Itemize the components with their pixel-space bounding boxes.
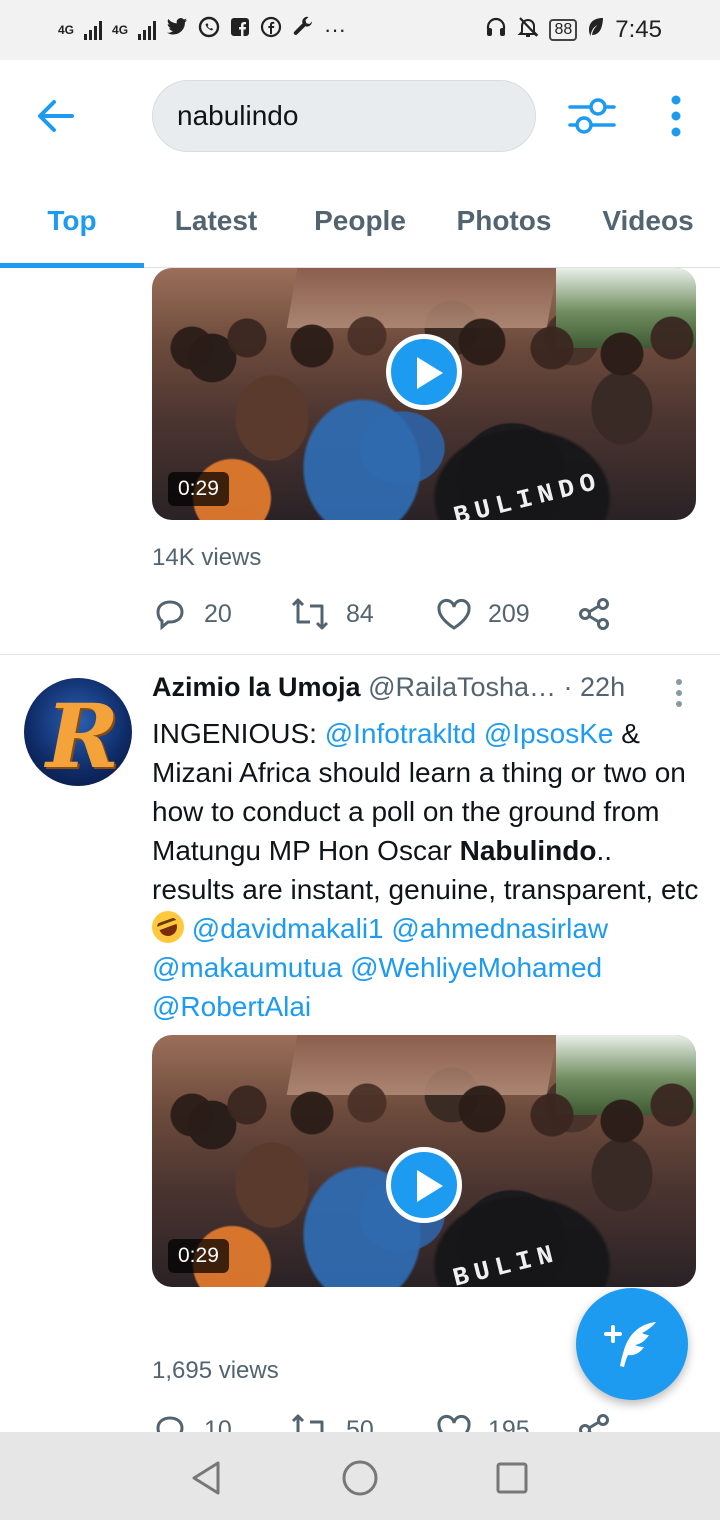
tweet-options-button[interactable] xyxy=(672,678,686,708)
laughing-emoji-icon xyxy=(147,906,189,948)
more-vertical-icon xyxy=(676,679,682,707)
tweet-text: INGENIOUS: @Infotrakltd @IpsosKe & Mizan… xyxy=(147,714,700,1026)
play-icon[interactable] xyxy=(386,334,462,410)
mention-link[interactable]: @RobertAlai xyxy=(152,991,311,1022)
retweet-icon xyxy=(291,598,329,630)
back-button[interactable] xyxy=(32,96,80,136)
mention-link[interactable]: @WehliyeMohamed xyxy=(350,952,602,983)
more-vertical-icon xyxy=(671,95,681,137)
status-right: 88 7:45 xyxy=(485,16,662,44)
overflow-menu-button[interactable] xyxy=(662,94,690,138)
signal-icon xyxy=(84,20,103,40)
signal-icon-2 xyxy=(138,20,157,40)
mention-link[interactable]: @makaumutua xyxy=(152,952,342,983)
search-results-feed[interactable]: BULINDO 0:29 14K views 20 84 209 R Azimi… xyxy=(0,268,720,1432)
share-icon xyxy=(579,1414,609,1432)
clock: 7:45 xyxy=(615,16,662,43)
mute-bell-icon xyxy=(517,16,539,44)
tweet-header: Azimio la Umoja @RailaTosha… · 22h xyxy=(152,672,672,712)
search-input[interactable]: nabulindo xyxy=(152,80,536,152)
video-duration: 0:29 xyxy=(168,1239,229,1273)
avatar[interactable]: R xyxy=(24,678,132,786)
retweet-button[interactable]: 84 xyxy=(290,592,374,636)
reply-button[interactable]: 10 xyxy=(152,1408,232,1432)
view-count: 1,695 views xyxy=(152,1357,279,1384)
triangle-back-icon xyxy=(192,1461,220,1495)
retweet-count: 50 xyxy=(346,1415,374,1433)
like-button[interactable]: 195 xyxy=(436,1408,530,1432)
share-icon xyxy=(579,598,609,630)
square-recents-icon xyxy=(496,1462,528,1494)
retweet-icon xyxy=(291,1414,324,1432)
tab-top[interactable]: Top xyxy=(0,172,144,268)
avatar-logo-letter: R xyxy=(46,684,120,786)
circle-home-icon xyxy=(342,1460,378,1496)
reply-count: 20 xyxy=(204,599,232,628)
tweet-divider xyxy=(0,654,720,655)
search-filter-button[interactable] xyxy=(566,96,618,136)
author-handle-time[interactable]: @RailaTosha… · 22h xyxy=(368,672,625,702)
tweet-text-part: INGENIOUS: xyxy=(152,718,325,749)
like-icon xyxy=(437,1414,471,1432)
retweet-count: 84 xyxy=(346,599,374,628)
tweet-video-player[interactable]: BULINDO 0:29 xyxy=(152,268,696,520)
play-icon[interactable] xyxy=(386,1147,462,1223)
system-navigation-bar xyxy=(0,1432,720,1520)
compose-tweet-icon xyxy=(604,1322,656,1367)
share-button[interactable] xyxy=(576,1408,612,1432)
mention-link[interactable]: @IpsosKe xyxy=(484,718,614,749)
author-name[interactable]: Azimio la Umoja xyxy=(152,672,361,702)
nav-recents-button[interactable] xyxy=(492,1458,532,1498)
tab-videos[interactable]: Videos xyxy=(576,172,720,268)
like-icon xyxy=(437,598,471,630)
reply-icon xyxy=(156,600,184,631)
facebook-notification-icon xyxy=(230,17,250,43)
like-button[interactable]: 209 xyxy=(436,592,530,636)
twitter-notification-icon xyxy=(166,17,188,43)
nav-home-button[interactable] xyxy=(340,1458,380,1498)
share-button[interactable] xyxy=(576,592,612,636)
facebook-circle-icon xyxy=(260,16,282,44)
compose-tweet-button[interactable] xyxy=(576,1288,688,1400)
nav-back-button[interactable] xyxy=(186,1458,226,1498)
back-arrow-icon xyxy=(38,100,74,132)
network-type-2: 4G xyxy=(112,23,129,37)
reply-icon xyxy=(156,1416,184,1432)
tab-people[interactable]: People xyxy=(288,172,432,268)
search-header: nabulindo xyxy=(0,60,720,172)
reply-button[interactable]: 20 xyxy=(152,592,232,636)
tab-latest[interactable]: Latest xyxy=(144,172,288,268)
mention-link[interactable]: @davidmakali1 xyxy=(192,913,384,944)
tweet-video-player[interactable]: BULIN 0:29 xyxy=(152,1035,696,1287)
status-left: 4G 4G ··· xyxy=(58,16,346,44)
retweet-button[interactable]: 50 xyxy=(290,1408,374,1432)
search-term-highlight: Nabulindo xyxy=(459,835,597,866)
tweet-actions: 10 50 195 xyxy=(152,1408,672,1432)
network-type-1: 4G xyxy=(58,23,75,37)
view-count: 14K views xyxy=(152,544,262,571)
filter-icon xyxy=(568,98,616,134)
battery-indicator: 88 xyxy=(549,19,578,41)
whatsapp-notification-icon xyxy=(198,16,220,44)
reply-count: 10 xyxy=(204,1415,232,1433)
more-notifications-icon: ··· xyxy=(324,17,347,42)
wrench-icon xyxy=(292,16,314,44)
mention-link[interactable]: @Infotrakltd xyxy=(325,718,476,749)
like-count: 195 xyxy=(488,1415,530,1433)
tab-photos[interactable]: Photos xyxy=(432,172,576,268)
mention-link[interactable]: @ahmednasirlaw xyxy=(391,913,608,944)
leaf-icon xyxy=(587,17,605,43)
tweet-actions: 20 84 209 xyxy=(152,592,672,636)
headphones-icon xyxy=(485,16,507,44)
search-tabs: Top Latest People Photos Videos xyxy=(0,172,720,268)
status-bar: 4G 4G ··· 88 7:45 xyxy=(0,0,720,60)
like-count: 209 xyxy=(488,599,530,628)
video-duration: 0:29 xyxy=(168,472,229,506)
